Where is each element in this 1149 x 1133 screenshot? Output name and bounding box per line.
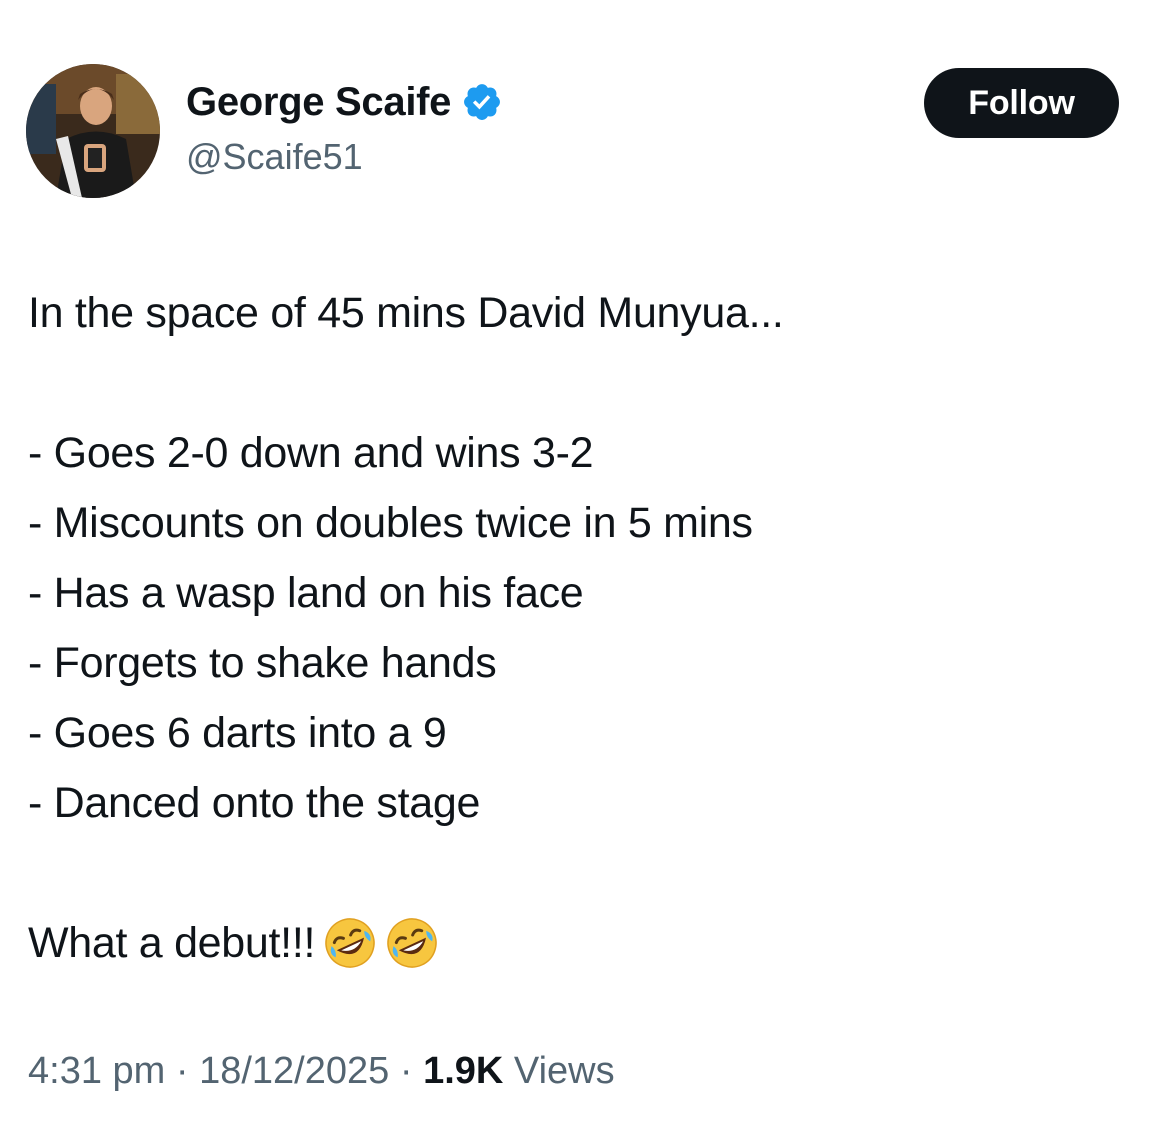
author-name-text: George Scaife (186, 80, 452, 124)
views-label: Views (513, 1050, 615, 1092)
meta-separator: · (175, 1050, 189, 1092)
list-item: - Has a wasp land on his face (28, 569, 584, 617)
list-item: - Danced onto the stage (28, 779, 481, 827)
rolling-on-floor-laughing-emoji-icon (385, 916, 439, 970)
meta-separator: · (399, 1050, 413, 1092)
author-handle[interactable]: @Scaife51 (186, 134, 363, 180)
views-count: 1.9K (423, 1050, 504, 1092)
follow-button[interactable]: Follow (924, 68, 1119, 138)
rolling-on-floor-laughing-emoji-icon (323, 916, 377, 970)
list-item: - Forgets to shake hands (28, 639, 497, 687)
tweet-date[interactable]: 18/12/2025 (199, 1050, 389, 1092)
tweet-intro: In the space of 45 mins David Munyua... (28, 289, 784, 337)
list-item: - Goes 6 darts into a 9 (28, 709, 447, 757)
verified-badge-icon (461, 81, 503, 123)
list-item: - Goes 2-0 down and wins 3-2 (28, 429, 594, 477)
tweet-meta: 4:31 pm · 18/12/2025 · 1.9K Views (28, 1046, 615, 1096)
avatar[interactable] (26, 64, 160, 198)
list-item: - Miscounts on doubles twice in 5 mins (28, 499, 753, 547)
author-display-name[interactable]: George Scaife (186, 78, 503, 126)
tweet-text: In the space of 45 mins David Munyua... … (28, 278, 1128, 978)
tweet-closing: What a debut!!! (28, 908, 1128, 978)
tweet-closing-text: What a debut!!! (28, 919, 316, 967)
tweet-time[interactable]: 4:31 pm (28, 1050, 165, 1092)
